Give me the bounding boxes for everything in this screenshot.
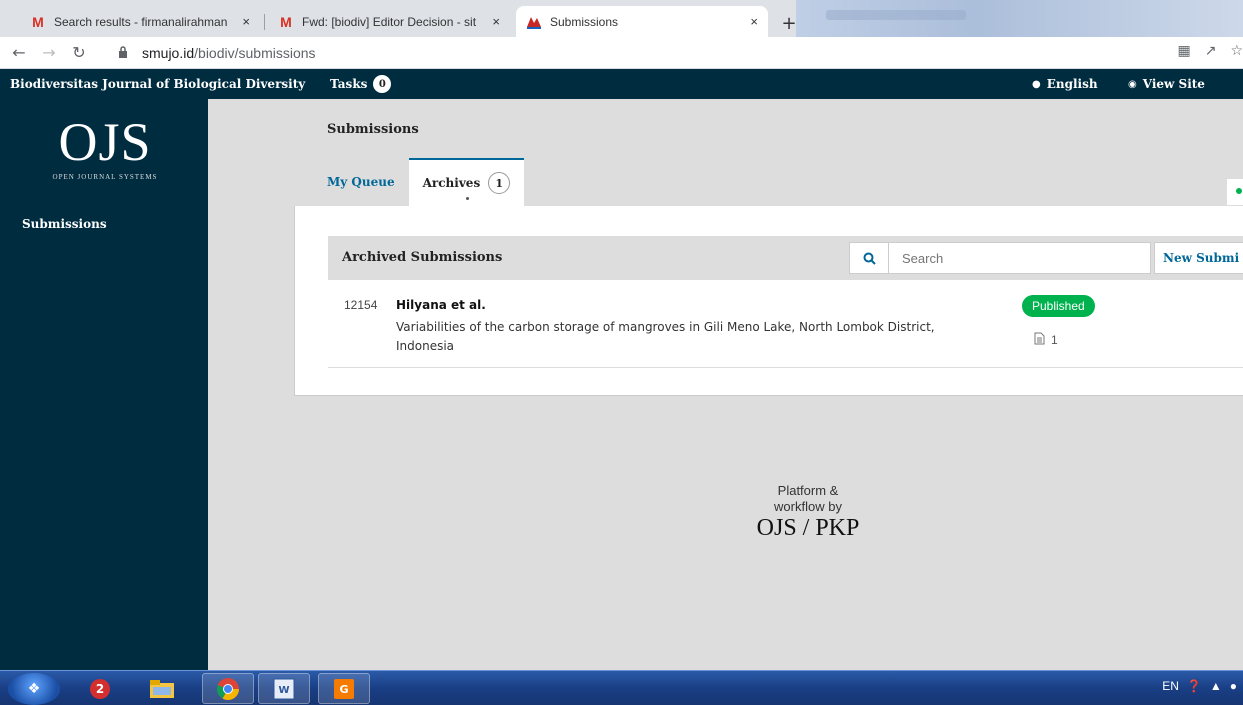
address-bar-actions: ▦ ↗ ☆ — [1177, 43, 1243, 59]
windows-taskbar: ❖ 2 W G EN ❓ ▲ ● — [0, 670, 1243, 705]
share-icon[interactable]: ↗ — [1205, 43, 1217, 59]
language-indicator[interactable]: EN — [1162, 679, 1179, 693]
browser-tab-submissions[interactable]: Submissions × — [516, 6, 768, 37]
submission-author: Hilyana et al. — [396, 298, 486, 312]
help-icon[interactable]: ❓ — [1187, 679, 1202, 693]
svg-text:G: G — [339, 683, 348, 696]
pkp-footer-brand[interactable]: Platform & workflow by OJS / PKP — [748, 483, 868, 541]
ojs-favicon-icon — [526, 14, 542, 30]
list-header: Archived Submissions New Submi — [328, 236, 1243, 280]
archives-count-badge: 1 — [488, 172, 511, 194]
table-row[interactable]: 12154 Hilyana et al. Variabilities of th… — [328, 280, 1243, 368]
submission-title: Variabilities of the carbon storage of m… — [396, 320, 935, 353]
app-header: Biodiversitas Journal of Biological Dive… — [0, 69, 1243, 99]
list-title: Archived Submissions — [342, 250, 503, 265]
gmail-icon: M — [32, 13, 44, 30]
submission-tabs: My Queue Archives 1 — [313, 158, 525, 206]
svg-text:W: W — [278, 685, 289, 696]
main-content: Submissions My Queue Archives 1 Archived… — [208, 99, 1243, 670]
lock-icon — [118, 45, 132, 61]
file-count: 1 — [1034, 332, 1058, 348]
tab-archives[interactable]: Archives 1 — [408, 158, 525, 206]
browser-tab-strip: M Search results - firmanalirahman × M F… — [0, 0, 1243, 37]
eye-icon: ◉ — [1128, 78, 1137, 90]
file-explorer-icon[interactable] — [136, 673, 188, 704]
gmail-icon: M — [280, 13, 292, 30]
tasks-count-badge: 0 — [373, 75, 392, 93]
close-tab-icon[interactable]: × — [242, 14, 250, 29]
back-arrow-icon[interactable]: ← — [8, 43, 30, 62]
translate-icon[interactable]: ▦ — [1177, 43, 1190, 59]
svg-text:2: 2 — [96, 682, 104, 696]
view-site-link[interactable]: ◉ View Site — [1128, 77, 1205, 91]
active-tab-dot — [466, 197, 470, 200]
search-input[interactable] — [889, 242, 1151, 274]
browser-tab-gmail-fwd[interactable]: M Fwd: [biodiv] Editor Decision - sit × — [268, 6, 510, 37]
status-badge: Published — [1022, 295, 1095, 317]
address-bar: ← → ↻ smujo.id/biodiv/submissions ▦ ↗ ☆ — [0, 37, 1243, 69]
status-indicator — [1227, 179, 1243, 205]
network-icon[interactable]: ▲ — [1210, 679, 1222, 693]
archives-panel: Archived Submissions New Submi 12154 Hil… — [294, 206, 1243, 396]
pdf-app-icon[interactable]: G — [318, 673, 370, 704]
reload-icon[interactable]: ↻ — [68, 43, 90, 62]
close-tab-icon[interactable]: × — [750, 14, 758, 29]
forward-arrow-icon[interactable]: → — [38, 43, 60, 62]
sidebar: OJS OPEN JOURNAL SYSTEMS Submissions — [0, 99, 208, 670]
page-title: Submissions — [327, 122, 419, 137]
word-icon[interactable]: W — [258, 673, 310, 704]
search-icon[interactable] — [849, 242, 889, 274]
browser-tab-gmail-search[interactable]: M Search results - firmanalirahman × — [20, 6, 260, 37]
url-field[interactable]: smujo.id/biodiv/submissions — [118, 41, 1118, 65]
new-submission-button[interactable]: New Submi — [1154, 242, 1243, 274]
system-tray: EN ❓ ▲ ● — [1162, 679, 1237, 693]
new-tab-button[interactable]: + — [776, 10, 802, 36]
tab-separator — [264, 14, 265, 30]
journal-name-link[interactable]: Biodiversitas Journal of Biological Dive… — [10, 77, 305, 91]
app-icon-red[interactable]: 2 — [74, 673, 126, 704]
document-icon — [1034, 332, 1045, 348]
close-tab-icon[interactable]: × — [492, 14, 500, 29]
ojs-logo[interactable]: OJS OPEN JOURNAL SYSTEMS — [40, 111, 170, 181]
submission-id: 12154 — [344, 298, 378, 312]
language-menu[interactable]: ● English — [1032, 77, 1098, 91]
tab-my-queue[interactable]: My Queue — [313, 158, 409, 206]
tasks-button[interactable]: Tasks 0 — [330, 75, 392, 93]
background-window — [796, 0, 1243, 37]
bookmark-star-icon[interactable]: ☆ — [1230, 43, 1243, 59]
chrome-icon[interactable] — [202, 673, 254, 704]
globe-icon: ● — [1032, 78, 1041, 90]
tray-app-icon[interactable]: ● — [1230, 679, 1237, 693]
start-button[interactable]: ❖ — [8, 673, 60, 705]
sidebar-item-submissions[interactable]: Submissions — [22, 217, 107, 231]
